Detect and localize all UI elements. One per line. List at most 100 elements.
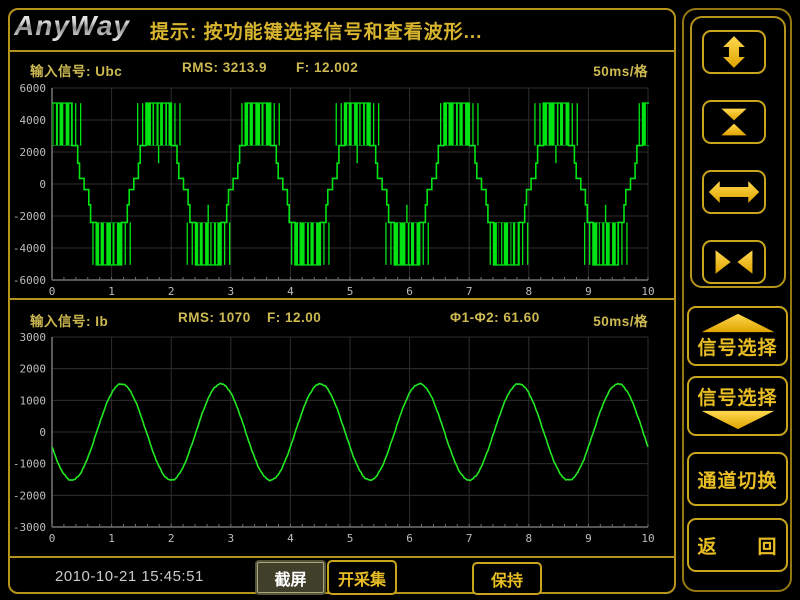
pwm-notch: [361, 104, 363, 145]
pwm-notch: [216, 223, 218, 264]
pwm-notch: [69, 104, 71, 145]
pwm-notch: [298, 223, 300, 264]
compress-vertical-icon: [708, 104, 760, 140]
pwm-pulse: [589, 222, 590, 264]
pwm-notch: [264, 104, 266, 145]
y-axis-tick-label: 0: [39, 426, 46, 439]
pwm-notch: [648, 104, 650, 145]
pwm-notch: [447, 104, 449, 145]
zoom-expand-vertical-button[interactable]: [702, 30, 766, 74]
zoom-compress-vertical-button[interactable]: [702, 100, 766, 144]
y-axis-tick-label: 0: [39, 178, 46, 191]
timestamp: 2010-10-21 15:45:51: [55, 568, 204, 585]
y-axis-tick-label: -6000: [13, 274, 46, 287]
pwm-pulse: [291, 222, 292, 264]
pwm-pulse: [328, 222, 329, 264]
waveform-plot-ubc: 6000400020000-2000-4000-6000012345678910: [8, 52, 676, 299]
pwm-pulse: [224, 222, 225, 264]
x-axis-tick-label: 0: [49, 532, 56, 545]
pwm-pulse: [626, 222, 627, 264]
expand-horizontal-icon: [708, 174, 760, 210]
pwm-notch: [54, 104, 56, 145]
expand-vertical-icon: [708, 34, 760, 70]
signal-select-down-button[interactable]: 信号选择: [687, 376, 788, 436]
pwm-notch: [555, 104, 557, 145]
x-axis-tick-label: 4: [287, 532, 294, 545]
pwm-notch: [10, 223, 12, 264]
pwm-pulse: [639, 103, 640, 145]
x-axis-tick-label: 7: [466, 285, 473, 298]
pwm-pulse: [92, 222, 93, 264]
pwm-notch: [458, 104, 460, 145]
chart-panel-ib: 3000200010000-1000-2000-3000012345678910…: [8, 300, 676, 557]
pwm-pulse: [373, 103, 374, 145]
pwm-pulse: [671, 103, 672, 145]
pwm-notch: [547, 104, 549, 145]
pwm-deep-spike: [208, 205, 209, 223]
y-axis-tick-label: 3000: [20, 331, 47, 344]
compress-horizontal-icon: [708, 244, 760, 280]
zoom-compress-horizontal-button[interactable]: [702, 240, 766, 284]
pwm-notch: [559, 104, 561, 145]
zoom-expand-horizontal-button[interactable]: [702, 170, 766, 214]
pwm-notch: [104, 223, 106, 264]
screenshot-button[interactable]: 截屏: [257, 562, 324, 593]
hold-button[interactable]: 保持: [472, 562, 542, 595]
pwm-pulse: [179, 103, 180, 145]
x-axis-tick-label: 10: [641, 285, 654, 298]
x-axis-tick-label: 1: [108, 285, 115, 298]
pwm-pulse: [341, 103, 342, 145]
pwm-notch: [151, 104, 153, 145]
screen: AnyWay 提示: 按功能键选择信号和查看波形... 600040002000…: [0, 0, 800, 600]
timebase-label: 50ms/格: [593, 310, 648, 330]
x-axis-tick-label: 5: [347, 285, 354, 298]
pwm-pulse: [336, 103, 337, 145]
pwm-pulse: [174, 103, 175, 145]
pwm-pulse: [142, 103, 143, 145]
pwm-notch: [502, 223, 504, 264]
pwm-notch: [597, 223, 599, 264]
pwm-notch: [398, 223, 400, 264]
pwm-notch: [497, 223, 499, 264]
back-button[interactable]: 返 回: [687, 518, 788, 572]
channel-switch-button[interactable]: 通道切换: [687, 452, 788, 506]
pwm-notch: [212, 223, 214, 264]
pwm-notch: [616, 223, 618, 264]
phase-readout: Φ1-Φ2: 61.60: [450, 310, 540, 325]
pwm-pulse: [137, 103, 138, 145]
y-axis-tick-label: 2000: [20, 363, 47, 376]
pwm-pulse: [534, 103, 535, 145]
pwm-pulse: [527, 222, 528, 264]
pwm-notch: [305, 223, 307, 264]
pwm-notch: [154, 104, 156, 145]
pwm-notch: [604, 223, 606, 264]
signal-select-up-button[interactable]: 信号选择: [687, 306, 788, 366]
x-axis-tick-label: 8: [525, 532, 532, 545]
y-axis-tick-label: 6000: [20, 82, 47, 95]
pwm-notch: [414, 223, 416, 264]
x-axis-tick-label: 4: [287, 285, 294, 298]
triangle-up-icon: [699, 313, 777, 333]
pwm-deep-spike: [158, 146, 159, 164]
pwm-notch: [253, 104, 255, 145]
pwm-pulse: [323, 222, 324, 264]
pwm-notch: [203, 223, 205, 264]
pwm-pulse: [229, 222, 230, 264]
pwm-pulse: [539, 103, 540, 145]
pwm-deep-spike: [357, 146, 358, 164]
pwm-deep-spike: [406, 205, 407, 223]
pwm-pulse: [390, 222, 391, 264]
pwm-pulse: [477, 103, 478, 145]
back-label: 返 回: [697, 532, 777, 559]
pwm-notch: [499, 223, 501, 264]
pwm-pulse: [490, 222, 491, 264]
pwm-notch: [657, 104, 659, 145]
start-acquisition-button[interactable]: 开采集: [327, 560, 397, 595]
pwm-notch: [115, 223, 117, 264]
pwm-pulse: [274, 103, 275, 145]
pwm-pulse: [279, 103, 280, 145]
x-axis-tick-label: 0: [49, 285, 56, 298]
pwm-notch: [515, 223, 517, 264]
pwm-notch: [209, 223, 211, 264]
pwm-notch: [463, 104, 465, 145]
